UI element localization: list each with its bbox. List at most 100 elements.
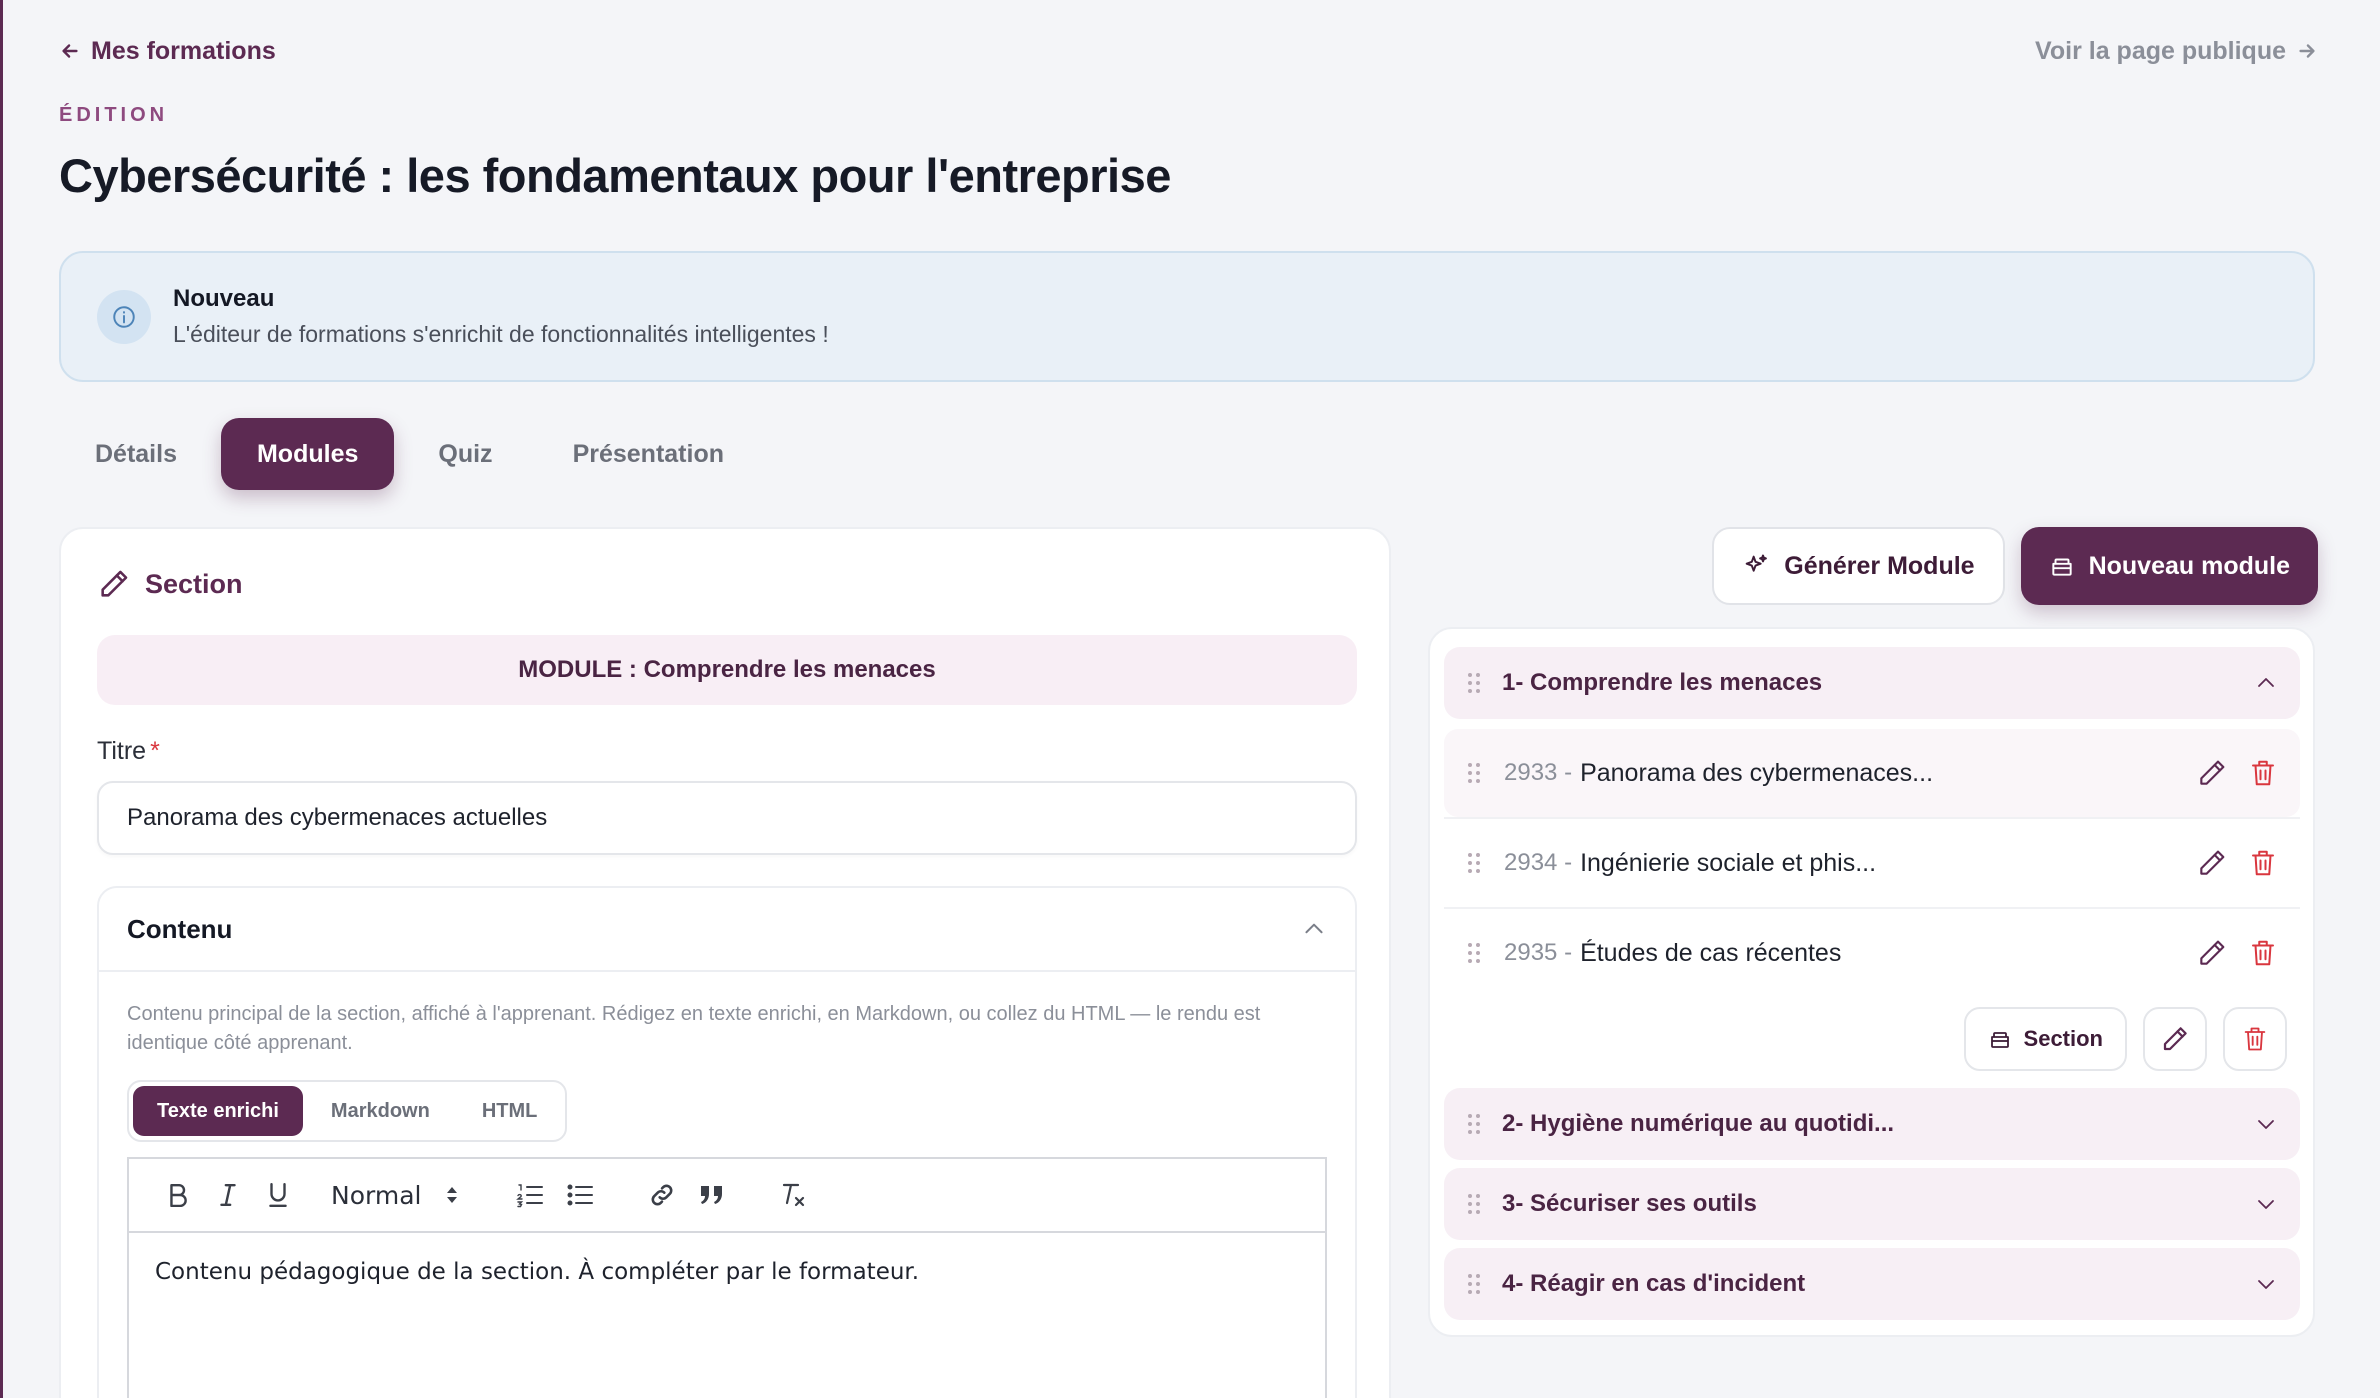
- arrow-right-icon: [2299, 44, 2315, 58]
- generate-module-label: Générer Module: [1784, 551, 1975, 580]
- editor-tabs: Détails Modules Quiz Présentation: [59, 418, 760, 490]
- text-format-value: Normal: [331, 1180, 422, 1210]
- content-panel-header[interactable]: Contenu: [99, 888, 1355, 972]
- drag-handle-icon[interactable]: [1462, 851, 1486, 875]
- content-panel-title: Contenu: [127, 913, 233, 944]
- drag-handle-icon[interactable]: [1462, 1192, 1486, 1216]
- drag-handle-icon[interactable]: [1462, 671, 1486, 695]
- title-field-label: Titre *: [97, 737, 160, 766]
- edit-pencil-icon: [2163, 1027, 2187, 1051]
- tab-quiz[interactable]: Quiz: [402, 418, 528, 490]
- view-public-page-link[interactable]: Voir la page publique: [2035, 37, 2318, 66]
- trash-icon[interactable]: [2248, 757, 2278, 789]
- drag-handle-icon[interactable]: [1462, 761, 1486, 785]
- pencil-icon: [101, 570, 128, 597]
- section-row[interactable]: 2934 - Ingénierie sociale et phis...: [1444, 819, 2300, 907]
- current-module-banner: MODULE : Comprendre les menaces: [97, 635, 1357, 705]
- edit-pencil-icon[interactable]: [2196, 847, 2228, 879]
- chevron-up-icon[interactable]: [1301, 916, 1327, 942]
- notice-title: Nouveau: [173, 285, 275, 312]
- module-tree-card: 1- Comprendre les menaces 2933 - Panoram…: [1428, 627, 2315, 1337]
- trash-icon: [2244, 1027, 2266, 1051]
- section-id: 2933 -: [1504, 759, 1573, 786]
- tab-modules[interactable]: Modules: [220, 418, 395, 490]
- trash-icon[interactable]: [2248, 937, 2278, 969]
- add-section-button[interactable]: Section: [1963, 1007, 2127, 1071]
- back-to-courses-link[interactable]: Mes formations: [59, 37, 276, 66]
- tab-details[interactable]: Détails: [59, 418, 213, 490]
- mode-rich-text[interactable]: Texte enrichi: [133, 1086, 303, 1136]
- info-notice: Nouveau L'éditeur de formations s'enrich…: [59, 251, 2315, 382]
- section-title: Panorama des cybermenaces...: [1580, 758, 1934, 787]
- module-row[interactable]: 3- Sécuriser ses outils: [1444, 1168, 2300, 1240]
- module-actions: Générer Module Nouveau module: [1712, 527, 2318, 605]
- chevron-down-icon[interactable]: [2254, 1192, 2278, 1216]
- content-help-text: Contenu principal de la section, affiché…: [127, 1003, 1261, 1054]
- section-row[interactable]: 2935 - Études de cas récentes: [1444, 909, 2300, 997]
- mode-html[interactable]: HTML: [458, 1086, 562, 1136]
- mode-markdown[interactable]: Markdown: [307, 1086, 454, 1136]
- notice-text: L'éditeur de formations s'enrichit de fo…: [173, 321, 829, 347]
- section-id: 2935 -: [1504, 939, 1573, 966]
- back-link-label: Mes formations: [91, 36, 276, 65]
- module-section-actions: Section: [1963, 1007, 2287, 1071]
- sparkles-icon: [1745, 554, 1768, 572]
- module-row[interactable]: 1- Comprendre les menaces: [1444, 647, 2300, 719]
- chevron-down-icon[interactable]: [2254, 1112, 2278, 1136]
- page-title: Cybersécurité : les fondamentaux pour l'…: [59, 149, 1171, 202]
- bold-icon[interactable]: [153, 1170, 203, 1220]
- add-section-label: Section: [2023, 1026, 2103, 1051]
- window-edge-accent: [0, 0, 3, 1398]
- editor-content[interactable]: Contenu pédagogique de la section. À com…: [129, 1233, 1325, 1311]
- link-icon[interactable]: [637, 1170, 687, 1220]
- new-module-label: Nouveau module: [2088, 551, 2290, 580]
- select-arrows-icon: [447, 1187, 457, 1203]
- module-row[interactable]: 4- Réagir en cas d'incident: [1444, 1248, 2300, 1320]
- drag-handle-icon[interactable]: [1462, 1112, 1486, 1136]
- clear-format-icon[interactable]: [769, 1170, 819, 1220]
- info-icon: [97, 289, 151, 344]
- module-title: 3- Sécuriser ses outils: [1502, 1190, 1757, 1217]
- edit-module-button[interactable]: [2143, 1007, 2207, 1071]
- module-title: 4- Réagir en cas d'incident: [1502, 1270, 1806, 1297]
- section-row[interactable]: 2933 - Panorama des cybermenaces...: [1444, 729, 2300, 817]
- edit-pencil-icon[interactable]: [2196, 757, 2228, 789]
- section-title: Ingénierie sociale et phis...: [1580, 848, 1877, 877]
- drag-handle-icon[interactable]: [1462, 1272, 1486, 1296]
- folder-stack-icon: [2051, 558, 2072, 576]
- section-id: 2934 -: [1504, 849, 1573, 876]
- ordered-list-icon[interactable]: [505, 1170, 555, 1220]
- module-row[interactable]: 2- Hygiène numérique au quotidi...: [1444, 1088, 2300, 1160]
- folder-stack-icon: [1990, 1032, 2009, 1048]
- tab-presentation[interactable]: Présentation: [537, 418, 760, 490]
- chevron-up-icon[interactable]: [2254, 671, 2278, 695]
- underline-icon[interactable]: [253, 1170, 303, 1220]
- required-mark: *: [150, 737, 160, 765]
- section-editor-title: Section: [145, 568, 243, 599]
- chevron-down-icon[interactable]: [2254, 1272, 2278, 1296]
- text-format-select[interactable]: Normal: [303, 1170, 473, 1220]
- public-link-label: Voir la page publique: [2035, 36, 2286, 65]
- section-title-input[interactable]: Panorama des cybermenaces actuelles: [97, 781, 1357, 855]
- new-module-button[interactable]: Nouveau module: [2020, 527, 2318, 605]
- arrow-left-icon: [62, 44, 78, 58]
- title-label-text: Titre: [97, 737, 147, 765]
- section-title: Études de cas récentes: [1580, 938, 1842, 967]
- content-mode-switch: Texte enrichi Markdown HTML: [127, 1080, 568, 1142]
- editor-toolbar: Normal: [129, 1159, 1325, 1233]
- module-title: 2- Hygiène numérique au quotidi...: [1502, 1110, 1895, 1137]
- generate-module-button[interactable]: Générer Module: [1712, 527, 2005, 605]
- module-title: 1- Comprendre les menaces: [1502, 669, 1823, 696]
- delete-module-button[interactable]: [2223, 1007, 2287, 1071]
- section-editor-header: Section: [97, 567, 243, 601]
- drag-handle-icon[interactable]: [1462, 941, 1486, 965]
- trash-icon[interactable]: [2248, 847, 2278, 879]
- rich-text-editor: Normal Contenu pédagogique de la section…: [127, 1157, 1327, 1398]
- page-eyebrow: ÉDITION: [59, 104, 169, 126]
- blockquote-icon[interactable]: [687, 1170, 737, 1220]
- bullet-list-icon[interactable]: [555, 1170, 605, 1220]
- edit-pencil-icon[interactable]: [2196, 937, 2228, 969]
- italic-icon[interactable]: [203, 1170, 253, 1220]
- top-navigation: Mes formations Voir la page publique: [59, 34, 2318, 68]
- content-panel: Contenu Contenu principal de la section,…: [97, 886, 1357, 1398]
